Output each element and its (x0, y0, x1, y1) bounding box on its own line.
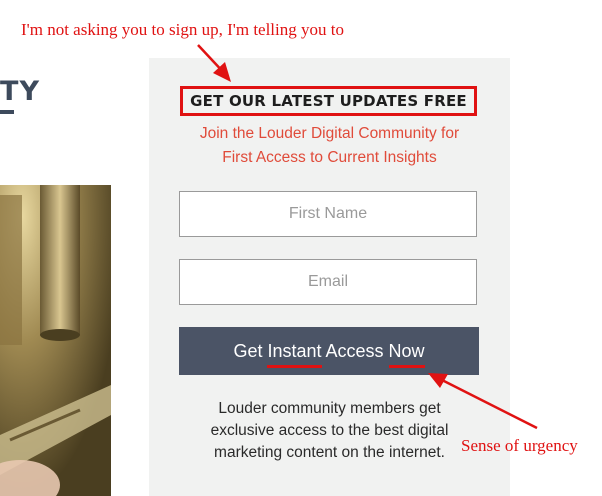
annotation-arrows (197, 44, 538, 430)
arrow-line-urgency (437, 376, 538, 430)
